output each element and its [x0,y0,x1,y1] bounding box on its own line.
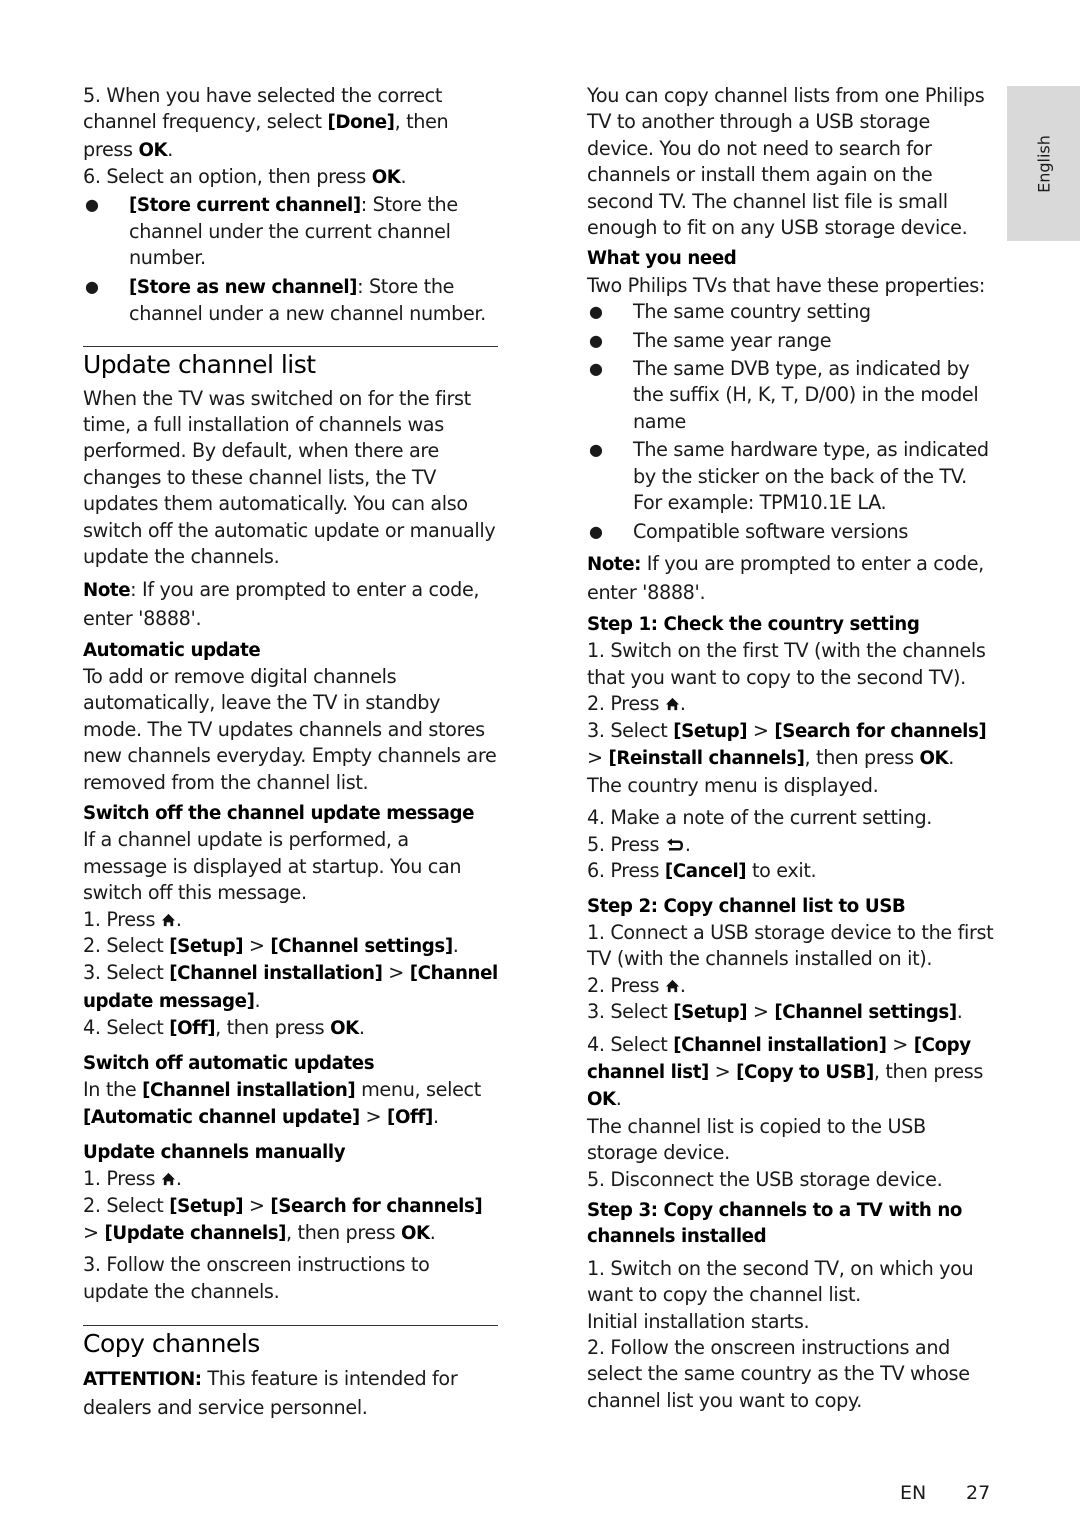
right-column: You can copy channel lists from one Phil… [587,83,997,1414]
store-options-list: ● [Store current channel]: Store the chan… [83,192,498,328]
section-divider: Copy channels [83,1325,498,1361]
bullet-icon: ● [589,359,603,379]
step2-2: 2. Press . [587,973,686,997]
home-icon [665,698,679,711]
what-you-need-text: Two Philips TVs that have these properti… [587,273,985,297]
bullet-icon: ● [589,330,603,350]
step1-3-result: The country menu is displayed. [587,774,879,798]
manual-step-1: 1. Press . [83,1167,182,1191]
subheading-switch-off-message: Switch off the channel update message [83,802,475,824]
bullet-icon: ● [85,276,99,296]
step2-5: 5. Disconnect the USB storage device. [587,1167,943,1191]
footer-language: EN [900,1482,927,1504]
msg-step-2: 2. Select [Setup] > [Channel settings]. [83,933,459,957]
copy-intro: You can copy channel lists from one Phil… [587,84,985,240]
list-item: ● [Store as new channel]: Store the chann… [85,274,486,326]
language-tab-label: English [1034,134,1053,193]
subheading-switch-off-auto: Switch off automatic updates [83,1052,375,1074]
note: Note: If you are prompted to enter a cod… [587,551,984,604]
step3-2: 2. Follow the onscreen instructions and … [587,1336,970,1412]
bullet-icon: ● [589,440,603,460]
home-icon [161,913,175,926]
switch-off-message-text: If a channel update is performed, a mess… [83,828,462,905]
page-number: 27 [966,1482,991,1504]
manual-step-3: 3. Follow the onscreen instructions to u… [83,1253,430,1303]
subheading-update-manually: Update channels manually [83,1141,346,1163]
bullet-icon: ● [85,194,99,214]
switch-off-auto-text: In the [Channel installation] menu, sele… [83,1078,481,1129]
step1-1: 1. Switch on the first TV (with the chan… [587,639,986,689]
note: Note: If you are prompted to enter a cod… [83,577,480,630]
subheading-automatic-update: Automatic update [83,639,261,661]
list-item: ● The same hardware type, as indicated by… [589,438,989,515]
language-tab: English [1007,86,1080,241]
subheading-step-2: Step 2: Copy channel list to USB [587,895,906,917]
step-5: 5. When you have selected the correct ch… [83,84,449,161]
subheading-what-you-need: What you need [587,248,737,270]
requirements-list: ● The same country setting ● The same year… [587,299,997,545]
msg-step-3: 3. Select [Channel installation] > [Chan… [83,961,498,1012]
subheading-step-3: Step 3: Copy channels to a TV with no ch… [587,1200,963,1248]
section-divider: Update channel list [83,345,498,382]
step2-4-result: The channel list is copied to the USB st… [587,1114,926,1165]
step3-1: 1. Switch on the second TV, on which you… [587,1256,974,1307]
step1-2: 2. Press . [587,692,686,716]
step2-4: 4. Select [Channel installation] > [Copy… [587,1032,984,1111]
msg-step-4: 4. Select [Off], then press OK. [83,1016,365,1040]
bullet-icon: ● [589,521,603,541]
list-item: ● The same DVB type, as indicated by the … [589,357,979,433]
step2-3: 3. Select [Setup] > [Channel settings]. [587,1000,963,1024]
step1-5: 5. Press . [587,832,691,856]
attention-text: ATTENTION: This feature is intended for … [83,1367,458,1420]
step1-6: 6. Press [Cancel] to exit. [587,859,817,883]
step3-1-result: Initial installation starts. [587,1309,810,1333]
bullet-icon: ● [589,302,603,322]
msg-step-1: 1. Press . [83,907,182,931]
back-icon [666,838,683,851]
step-6: 6. Select an option, then press OK. [83,165,407,189]
list-item: ● The same country setting [587,299,997,325]
section-heading-copy-channels: Copy channels [83,1329,260,1359]
home-icon [161,1173,175,1186]
step1-4: 4. Make a note of the current setting. [587,806,933,830]
manual-step-2: 2. Select [Setup] > [Search for channels… [83,1193,483,1245]
list-item: ● The same year range [587,328,997,354]
list-item: ● [Store current channel]: Store the chan… [85,192,458,270]
section-heading-update-channel-list: Update channel list [83,349,316,379]
home-icon [665,979,679,992]
left-column: 5. When you have selected the correct ch… [83,83,498,1422]
automatic-update-text: To add or remove digital channels automa… [83,664,497,794]
step1-3: 3. Select [Setup] > [Search for channels… [587,718,987,769]
subheading-step-1: Step 1: Check the country setting [587,613,920,635]
update-intro: When the TV was switched on for the firs… [83,386,496,569]
step2-1: 1. Connect a USB storage device to the f… [587,920,994,971]
list-item: ● Compatible software versions [587,519,997,545]
